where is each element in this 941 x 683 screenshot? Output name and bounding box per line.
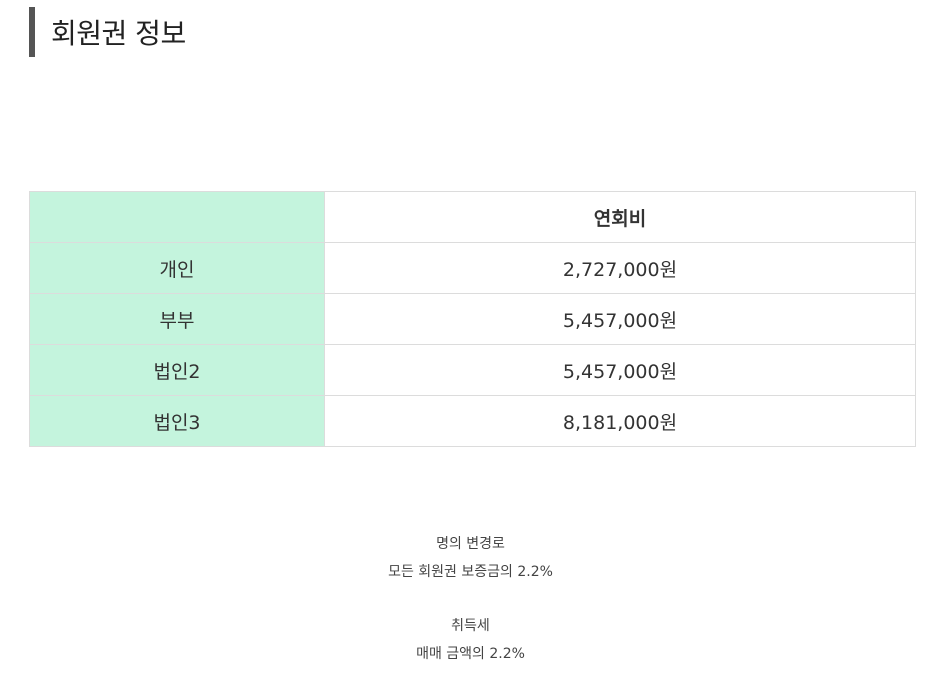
acquisition-tax-label: 취득세 bbox=[451, 618, 490, 634]
fee-notes: 명의 변경로 모든 회원권 보증금의 2.2% 취득세 매매 금액의 2.2% bbox=[0, 530, 941, 668]
acquisition-tax-value: 매매 금액의 2.2% bbox=[416, 646, 525, 662]
table-row: 법인2 5,457,000원 bbox=[29, 344, 916, 396]
table-row: 법인3 8,181,000원 bbox=[29, 395, 916, 447]
membership-type: 법인2 bbox=[29, 344, 325, 396]
section-header: 회원권 정보 bbox=[29, 7, 186, 57]
header-annual-fee: 연회비 bbox=[324, 191, 916, 243]
membership-type: 개인 bbox=[29, 242, 325, 294]
table-row: 부부 5,457,000원 bbox=[29, 293, 916, 345]
note-spacer bbox=[0, 586, 941, 612]
section-accent-bar bbox=[29, 7, 35, 57]
membership-type: 법인3 bbox=[29, 395, 325, 447]
transfer-fee-label: 명의 변경로 bbox=[436, 536, 505, 552]
annual-fee-value: 5,457,000원 bbox=[324, 293, 916, 345]
header-empty-cell bbox=[29, 191, 325, 243]
transfer-fee-value: 모든 회원권 보증금의 2.2% bbox=[388, 564, 553, 580]
annual-fee-value: 2,727,000원 bbox=[324, 242, 916, 294]
membership-fee-table: 연회비 개인 2,727,000원 부부 5,457,000원 법인2 5,45… bbox=[29, 191, 916, 447]
table-row: 개인 2,727,000원 bbox=[29, 242, 916, 294]
table-header-row: 연회비 bbox=[29, 191, 916, 243]
section-title: 회원권 정보 bbox=[51, 17, 186, 50]
annual-fee-value: 5,457,000원 bbox=[324, 344, 916, 396]
membership-type: 부부 bbox=[29, 293, 325, 345]
annual-fee-value: 8,181,000원 bbox=[324, 395, 916, 447]
